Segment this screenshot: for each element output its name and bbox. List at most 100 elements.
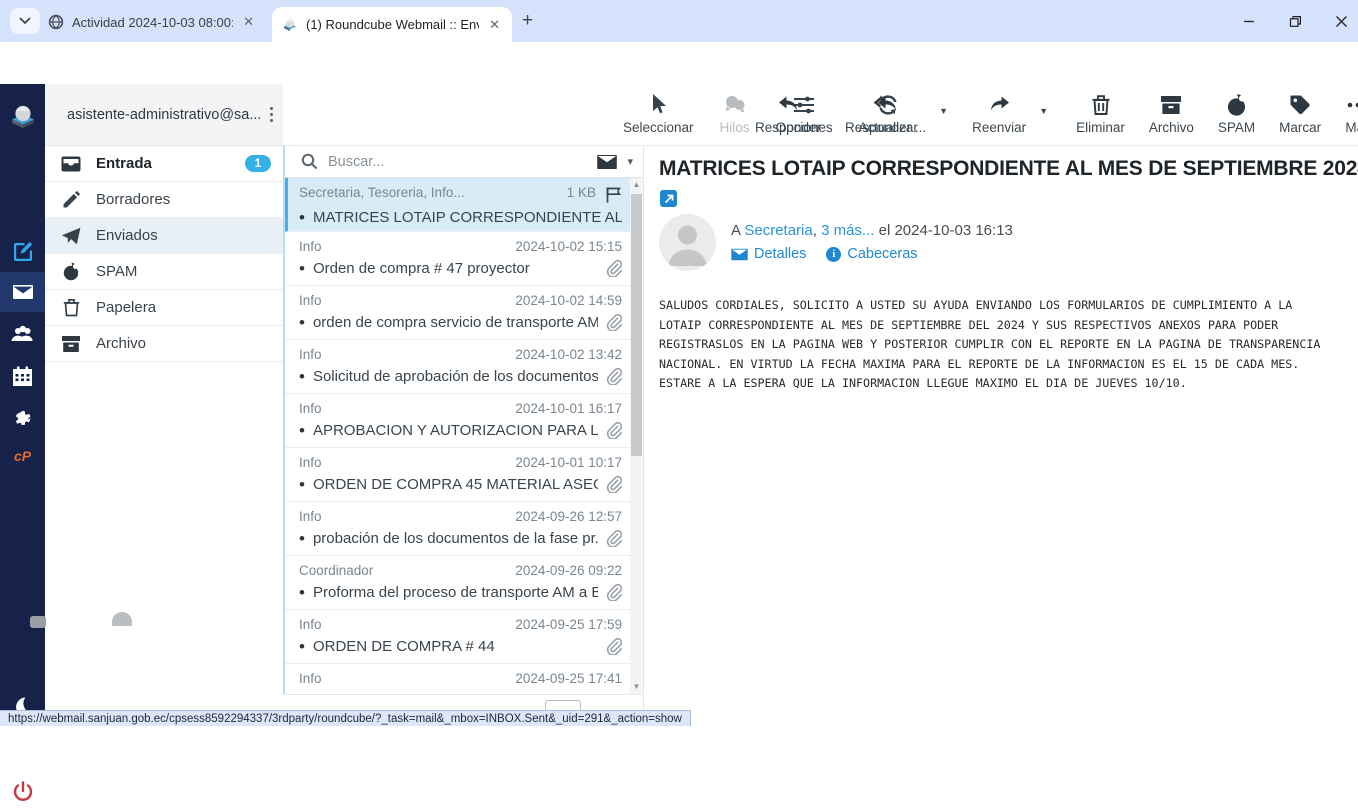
message-subject: Proforma del proceso de transporte AM a …: [313, 584, 598, 601]
trash-icon: [60, 298, 82, 317]
spam-button[interactable]: SPAM: [1218, 93, 1255, 135]
message-row[interactable]: Info 2024-09-26 12:57 • probación de los…: [285, 502, 632, 556]
message-list-panel: ▾ Secretaria, Tesoreria, Info... 1 KB • …: [283, 146, 643, 694]
attachment-icon: [606, 368, 622, 385]
folder-label: Archivo: [96, 335, 271, 352]
cpanel-link-button[interactable]: cP: [0, 436, 45, 476]
archive-icon: [60, 335, 82, 353]
window-close-button[interactable]: [1318, 0, 1358, 42]
account-name: asistente-administrativo@sa...: [67, 107, 270, 123]
select-button[interactable]: Seleccionar: [623, 93, 694, 135]
recipient-link[interactable]: Secretaria: [744, 222, 812, 239]
list-scrollbar[interactable]: ▲ ▼: [630, 178, 643, 694]
message-row[interactable]: Secretaria, Tesoreria, Info... 1 KB • MA…: [285, 178, 632, 232]
more-recipients-link[interactable]: 3 más...: [821, 222, 874, 239]
rail-calendar-button[interactable]: [0, 356, 45, 396]
question-icon: ?: [16, 737, 29, 763]
delete-button[interactable]: Eliminar: [1076, 93, 1125, 135]
folder-item-spam[interactable]: SPAM: [45, 254, 283, 290]
folder-item-entrada[interactable]: Entrada 1: [45, 146, 283, 182]
new-tab-button[interactable]: +: [522, 10, 533, 32]
headers-toggle[interactable]: i Cabeceras: [826, 246, 917, 262]
tab-close-icon[interactable]: ✕: [241, 14, 256, 30]
search-options-chevron-icon[interactable]: ▾: [627, 155, 633, 168]
attachment-icon: [606, 638, 622, 655]
rail-settings-button[interactable]: [0, 398, 45, 438]
folder-label: Papelera: [96, 299, 271, 316]
spam-flame-icon: [1225, 93, 1249, 117]
folder-label: Entrada: [96, 155, 231, 172]
button-label: Reenviar: [972, 120, 1026, 135]
scroll-down-arrow[interactable]: ▼: [630, 680, 643, 694]
message-row[interactable]: Info 2024-09-25 17:59 • ORDEN DE COMPRA …: [285, 610, 632, 664]
list-pagination-footer: ...: [283, 694, 643, 710]
button-label: Hilos: [720, 120, 750, 135]
tab-title: (1) Roundcube Webmail :: Envia: [306, 17, 479, 32]
message-row[interactable]: Info 2024-10-02 13:42 • Solicitud de apr…: [285, 340, 632, 394]
message-date-text: el 2024-10-03 16:13: [874, 222, 1012, 239]
help-button[interactable]: ?: [0, 730, 45, 770]
logout-button[interactable]: [0, 772, 45, 812]
folder-item-borradores[interactable]: Borradores: [45, 182, 283, 218]
recipients-line: A Secretaria, 3 más... el 2024-10-03 16:…: [731, 222, 1013, 239]
folder-item-enviados[interactable]: Enviados: [45, 218, 283, 254]
reply-all-button[interactable]: Responder ... ▼: [845, 93, 936, 135]
chevron-down-icon[interactable]: ▼: [1039, 106, 1048, 116]
folder-item-archivo[interactable]: Archivo: [45, 326, 283, 362]
flag-icon[interactable]: [604, 185, 622, 203]
search-scope-mail-icon[interactable]: [597, 154, 617, 170]
folder-actions-button[interactable]: [30, 616, 46, 628]
folder-panel: asistente-administrativo@sa... Entrada 1…: [45, 84, 283, 710]
rail-mail-button[interactable]: [0, 272, 45, 312]
more-button[interactable]: Más: [1345, 93, 1358, 135]
envelope-icon: [731, 248, 748, 261]
send-icon: [60, 227, 82, 245]
account-menu-button[interactable]: [270, 104, 274, 125]
message-row[interactable]: Info 2024-10-01 16:17 • APROBACION Y AUT…: [285, 394, 632, 448]
tab-close-icon[interactable]: ✕: [487, 17, 502, 33]
message-row[interactable]: Info 2024-10-02 15:15 • Orden de compra …: [285, 232, 632, 286]
cpanel-logo-icon: cP: [14, 448, 31, 464]
window-restore-button[interactable]: [1272, 0, 1318, 42]
attachment-icon: [606, 476, 622, 493]
inbox-icon: [60, 155, 82, 173]
search-input[interactable]: [328, 154, 587, 170]
message-subject: Solicitud de aprobación de los documento…: [313, 368, 598, 385]
folder-item-papelera[interactable]: Papelera: [45, 290, 283, 326]
open-in-new-window-icon[interactable]: [660, 190, 677, 207]
window-minimize-button[interactable]: [1226, 0, 1272, 42]
message-row[interactable]: Coordinador 2024-09-26 09:22 • Proforma …: [285, 556, 632, 610]
message-sender: Coordinador: [299, 563, 515, 578]
details-toggle[interactable]: Detalles: [731, 246, 806, 262]
browser-tab-roundcube[interactable]: (1) Roundcube Webmail :: Envia ✕: [272, 7, 512, 42]
tab-search-button[interactable]: [10, 8, 40, 34]
button-label: Marcar: [1279, 120, 1321, 135]
archive-button[interactable]: Archivo: [1149, 93, 1194, 135]
mark-button[interactable]: Marcar: [1279, 93, 1321, 135]
app-rail: cP ?: [0, 84, 45, 726]
globe-favicon-icon: [48, 14, 64, 30]
reply-all-icon: [872, 93, 900, 117]
button-label: Eliminar: [1076, 120, 1125, 135]
message-subject: MATRICES LOTAIP CORRESPONDIENTE AL ...: [313, 209, 622, 226]
reply-button[interactable]: Responder: [755, 93, 821, 135]
compose-button[interactable]: [0, 231, 45, 271]
message-date: 2024-10-01 16:17: [515, 401, 622, 416]
message-date: 2024-10-01 10:17: [515, 455, 622, 470]
pointer-icon: [647, 93, 669, 117]
archive-icon: [1159, 93, 1183, 117]
threads-button[interactable]: Hilos: [720, 93, 750, 135]
browser-tab-activity[interactable]: Actividad 2024-10-03 08:00:00 ✕: [38, 7, 266, 37]
threads-icon: [722, 93, 748, 117]
message-row[interactable]: Info 2024-10-01 10:17 • ORDEN DE COMPRA …: [285, 448, 632, 502]
scroll-up-arrow[interactable]: ▲: [630, 178, 643, 192]
rail-contacts-button[interactable]: [0, 314, 45, 354]
unread-badge: 1: [245, 155, 271, 172]
forward-button-mail[interactable]: Reenviar ▼: [972, 93, 1036, 135]
chevron-down-icon[interactable]: ▼: [939, 106, 948, 116]
message-date: 2024-09-25 17:59: [515, 617, 622, 632]
message-row[interactable]: Info 2024-09-25 17:41 •: [285, 664, 632, 694]
scrollbar-thumb[interactable]: [631, 194, 642, 456]
unread-dot: •: [299, 426, 305, 436]
message-row[interactable]: Info 2024-10-02 14:59 • orden de compra …: [285, 286, 632, 340]
